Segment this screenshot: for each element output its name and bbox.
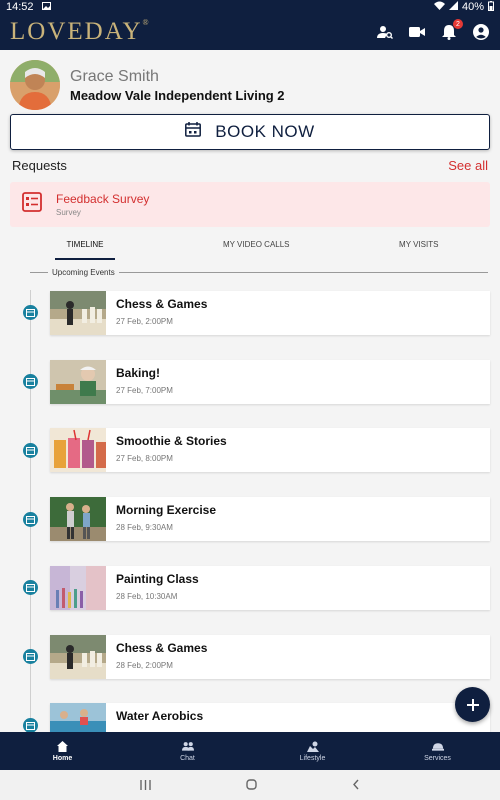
event-card[interactable]: Water Aerobics	[50, 703, 490, 732]
status-time: 14:52	[6, 1, 34, 13]
event-date: 27 Feb, 2:00PM	[116, 317, 173, 326]
notification-badge: 2	[453, 19, 463, 29]
bottom-navigation: Home Chat Lifestyle Services	[0, 732, 500, 770]
add-fab-button[interactable]	[455, 687, 490, 722]
tab-my-visits[interactable]: MY VISITS	[338, 234, 500, 260]
event-title: Chess & Games	[116, 641, 208, 655]
upcoming-events-divider: Upcoming Events	[30, 267, 488, 277]
wifi-icon	[433, 1, 445, 13]
status-bar: 14:52 40%	[0, 0, 500, 14]
see-all-link[interactable]: See all	[448, 158, 488, 173]
loveday-logo: LOVEDAY®	[10, 18, 151, 45]
event-date: 27 Feb, 8:00PM	[116, 454, 173, 463]
event-card[interactable]: Baking! 27 Feb, 7:00PM	[50, 360, 490, 404]
event-thumbnail	[50, 360, 106, 404]
nav-lifestyle[interactable]: Lifestyle	[250, 732, 375, 770]
search-user-icon[interactable]	[376, 23, 394, 41]
nav-services[interactable]: Services	[375, 732, 500, 770]
gallery-icon	[41, 1, 51, 13]
nav-lifestyle-label: Lifestyle	[299, 755, 326, 762]
account-icon[interactable]	[472, 23, 490, 41]
event-title: Smoothie & Stories	[116, 434, 227, 448]
profile-location: Meadow Vale Independent Living 2	[70, 87, 285, 103]
event-type-icon	[23, 512, 38, 527]
event-date: 28 Feb, 9:30AM	[116, 523, 173, 532]
people-icon	[181, 740, 194, 752]
battery-icon	[488, 0, 494, 14]
event-type-icon	[23, 580, 38, 595]
nav-chat[interactable]: Chat	[125, 732, 250, 770]
nav-chat-label: Chat	[180, 755, 195, 762]
event-title: Chess & Games	[116, 297, 208, 311]
event-card[interactable]: Painting Class 28 Feb, 10:30AM	[50, 566, 490, 610]
event-type-icon	[23, 718, 38, 733]
event-date: 28 Feb, 2:00PM	[116, 661, 173, 670]
tab-bar: TIMELINE MY VIDEO CALLS MY VISITS	[0, 234, 500, 260]
home-button-icon[interactable]	[246, 778, 257, 793]
system-navigation-bar	[0, 770, 500, 800]
tab-timeline[interactable]: TIMELINE	[55, 234, 115, 260]
event-title: Water Aerobics	[116, 709, 204, 723]
event-thumbnail	[50, 497, 106, 541]
home-icon	[57, 740, 69, 752]
plus-icon	[466, 698, 479, 711]
survey-form-icon	[22, 192, 42, 217]
event-title: Painting Class	[116, 572, 199, 586]
upcoming-events-label: Upcoming Events	[52, 267, 115, 277]
feedback-survey-card[interactable]: Feedback Survey Survey	[10, 182, 490, 227]
event-thumbnail	[50, 635, 106, 679]
app-header: LOVEDAY® 2	[0, 14, 500, 50]
event-type-icon	[23, 305, 38, 320]
event-type-icon	[23, 649, 38, 664]
event-date: 28 Feb, 10:30AM	[116, 592, 178, 601]
signal-icon	[448, 1, 458, 13]
survey-subtitle: Survey	[56, 208, 81, 217]
battery-percent: 40%	[461, 1, 484, 13]
video-call-icon[interactable]	[408, 23, 426, 41]
event-card[interactable]: Chess & Games 28 Feb, 2:00PM	[50, 635, 490, 679]
back-icon[interactable]	[352, 778, 360, 793]
event-title: Morning Exercise	[116, 503, 217, 517]
calendar-icon	[185, 122, 202, 142]
event-card[interactable]: Chess & Games 27 Feb, 2:00PM	[50, 291, 490, 335]
event-card[interactable]: Morning Exercise 28 Feb, 9:30AM	[50, 497, 490, 541]
event-thumbnail	[50, 703, 106, 732]
requests-title: Requests	[12, 158, 67, 173]
recent-apps-icon[interactable]	[140, 778, 151, 793]
nav-home[interactable]: Home	[0, 732, 125, 770]
notification-bell-icon[interactable]: 2	[440, 19, 463, 41]
book-now-button[interactable]: BOOK NOW	[10, 114, 490, 150]
services-bell-icon	[431, 740, 444, 752]
event-type-icon	[23, 374, 38, 389]
survey-title: Feedback Survey	[56, 192, 150, 206]
book-now-label: BOOK NOW	[215, 122, 315, 141]
tab-my-video-calls[interactable]: MY VIDEO CALLS	[175, 234, 338, 260]
event-type-icon	[23, 443, 38, 458]
event-thumbnail	[50, 291, 106, 335]
nav-services-label: Services	[424, 755, 451, 762]
lifestyle-icon	[306, 740, 319, 752]
event-thumbnail	[50, 428, 106, 472]
profile-name: Grace Smith	[70, 67, 159, 85]
event-thumbnail	[50, 566, 106, 610]
avatar	[10, 60, 60, 110]
nav-home-label: Home	[52, 755, 73, 762]
event-date: 27 Feb, 7:00PM	[116, 386, 173, 395]
event-card[interactable]: Smoothie & Stories 27 Feb, 8:00PM	[50, 428, 490, 472]
event-title: Baking!	[116, 366, 161, 380]
profile-section[interactable]: Grace Smith Meadow Vale Independent Livi…	[10, 60, 285, 110]
